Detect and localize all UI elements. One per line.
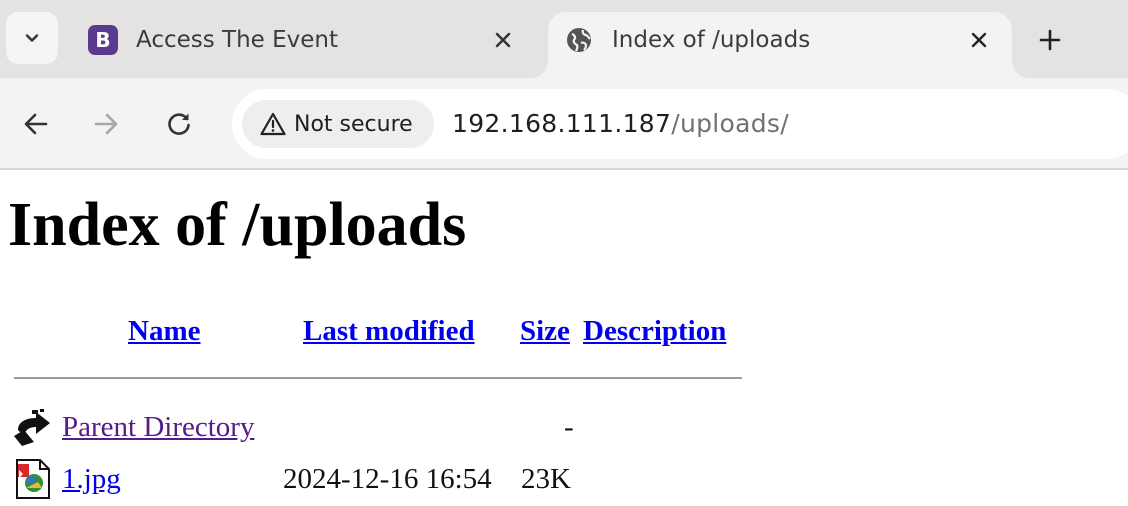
close-icon — [971, 32, 987, 48]
file-last-modified: 2024-12-16 16:54 — [283, 463, 492, 495]
sort-by-last-modified-link[interactable]: Last modified — [303, 314, 475, 348]
globe-icon — [564, 25, 594, 55]
parent-directory-icon — [14, 409, 50, 446]
security-indicator[interactable]: Not secure — [242, 100, 434, 148]
directory-listing: Name Last modified Size Description Pare… — [0, 172, 760, 506]
tab-index-of-uploads[interactable]: Index of /uploads — [530, 12, 1030, 78]
arrow-left-icon — [24, 113, 48, 135]
back-button[interactable] — [16, 104, 56, 144]
url-text[interactable]: 192.168.111.187/uploads/ — [452, 109, 789, 139]
tab-close-button[interactable] — [488, 25, 518, 55]
chevron-down-icon — [25, 34, 39, 42]
address-bar[interactable]: Not secure 192.168.111.187/uploads/ — [232, 89, 1128, 159]
forward-button[interactable] — [86, 104, 126, 144]
tab-title: Access The Event — [136, 27, 339, 53]
tab-search-button[interactable] — [6, 12, 58, 64]
parent-directory-size: - — [564, 411, 574, 443]
sort-by-size-link[interactable]: Size — [520, 314, 570, 348]
tab-title: Index of /uploads — [612, 27, 811, 53]
reload-button[interactable] — [159, 104, 199, 144]
parent-directory-link[interactable]: Parent Directory — [62, 410, 254, 444]
sort-by-description-link[interactable]: Description — [583, 314, 726, 348]
image-file-icon — [16, 459, 50, 499]
warning-icon — [260, 112, 286, 136]
tab-access-the-event[interactable]: B Access The Event — [72, 12, 538, 78]
browser-toolbar: Not secure 192.168.111.187/uploads/ — [0, 78, 1128, 170]
page-content: Index of /uploads Name Last modified Siz… — [0, 172, 1128, 506]
tab-strip: B Access The Event Index of /uploads — [0, 0, 1128, 78]
file-link-1-jpg[interactable]: 1.jpg — [62, 462, 121, 496]
reload-icon — [168, 113, 190, 135]
bootstrap-logo-letter: B — [88, 25, 118, 55]
tab-close-button[interactable] — [964, 25, 994, 55]
url-host: 192.168.111.187 — [452, 109, 672, 138]
sort-by-name-link[interactable]: Name — [128, 314, 200, 348]
header-divider — [14, 377, 742, 379]
security-label: Not secure — [294, 111, 413, 137]
bootstrap-logo-icon: B — [88, 25, 118, 55]
plus-icon — [1039, 29, 1061, 51]
arrow-right-icon — [94, 113, 118, 135]
new-tab-button[interactable] — [1030, 20, 1070, 60]
url-path: /uploads/ — [671, 109, 789, 138]
close-icon — [495, 32, 511, 48]
file-size: 23K — [521, 463, 571, 495]
